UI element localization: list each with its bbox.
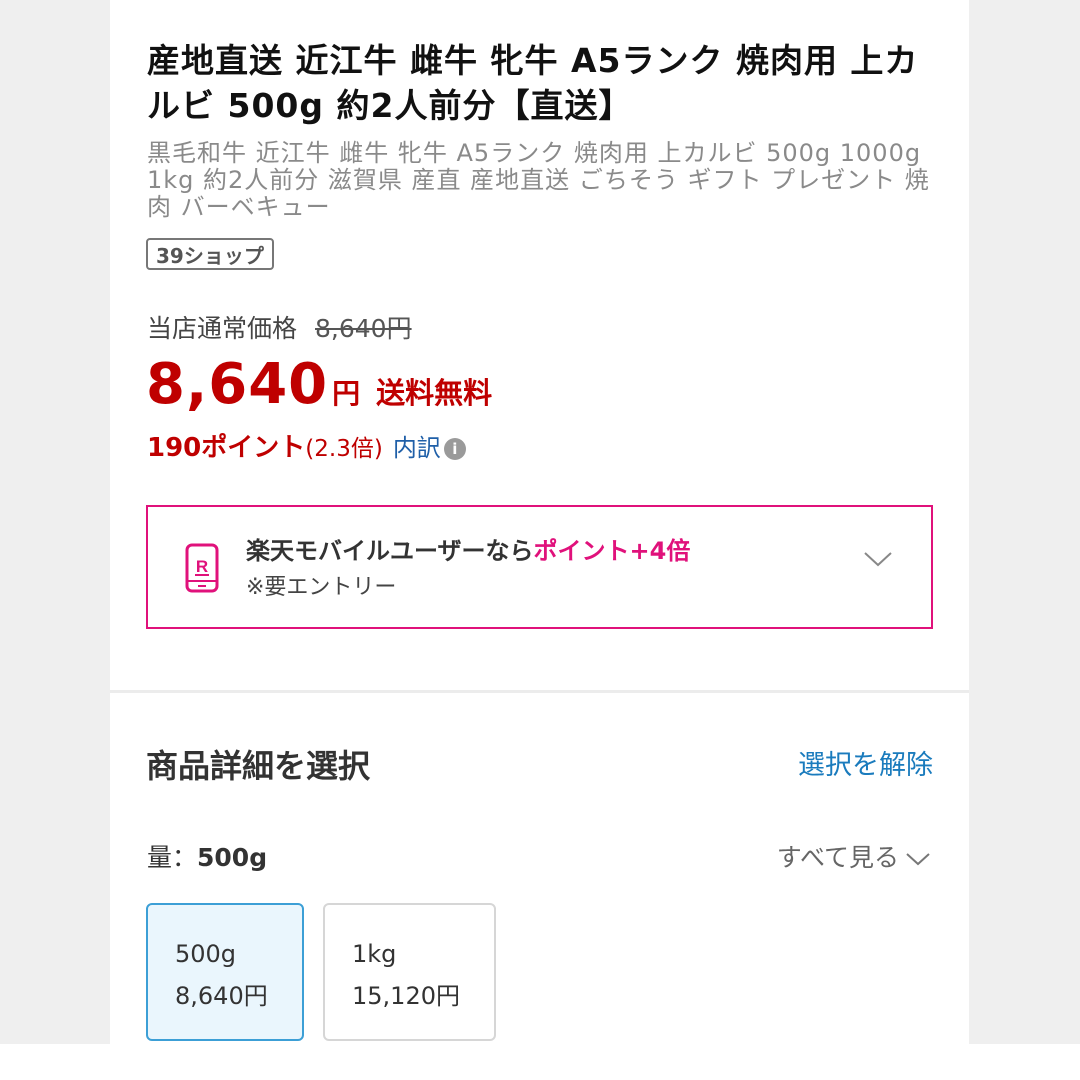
quantity-label: 量： xyxy=(147,843,198,872)
option-500g[interactable]: 500g 8,640円 xyxy=(146,903,304,1041)
product-panel: 産地直送 近江牛 雌牛 牝牛 A5ランク 焼肉用 上カルビ 500g 約2人前分… xyxy=(110,0,969,1044)
sale-price: 8,640 xyxy=(146,352,329,417)
product-title: 産地直送 近江牛 雌牛 牝牛 A5ランク 焼肉用 上カルビ 500g 約2人前分… xyxy=(147,41,919,125)
bottom-strip xyxy=(0,1044,1080,1080)
info-icon[interactable]: i xyxy=(443,438,466,460)
clear-selection-link[interactable]: 選択を解除 xyxy=(798,746,933,786)
option-1kg[interactable]: 1kg 15,120円 xyxy=(323,903,496,1041)
section-divider xyxy=(110,690,969,693)
option-name: 500g xyxy=(175,940,237,968)
rakuten-mobile-promo[interactable]: R 楽天モバイルユーザーならポイント+4倍 ※要エントリー xyxy=(146,505,933,629)
option-name: 1kg xyxy=(352,940,397,968)
regular-price-value: 8,640円 xyxy=(315,314,412,343)
detail-section-heading: 商品詳細を選択 xyxy=(146,747,371,785)
regular-price-label: 当店通常価格 xyxy=(147,314,298,343)
sale-price-row: 8,640 円送料無料 xyxy=(146,350,492,420)
mobile-promo-note: ※要エントリー xyxy=(246,575,397,600)
see-all-button[interactable]: すべて見る xyxy=(777,840,931,876)
sale-price-yen: 円 xyxy=(332,377,361,410)
quantity-value: 500g xyxy=(197,843,268,872)
points-multiplier: (2.3倍) xyxy=(305,436,383,462)
mobile-promo-text: 楽天モバイルユーザーならポイント+4倍 xyxy=(246,533,690,569)
svg-text:R: R xyxy=(196,557,208,576)
see-all-label: すべて見る xyxy=(776,843,899,872)
option-price: 15,120円 xyxy=(352,982,460,1010)
option-price: 8,640円 xyxy=(175,982,268,1010)
regular-price-row: 当店通常価格 8,640円 xyxy=(147,312,412,346)
chevron-down-icon xyxy=(906,853,930,866)
points-row: 190ポイント(2.3倍) 内訳 i xyxy=(147,428,466,469)
product-page-screen: 産地直送 近江牛 雌牛 牝牛 A5ランク 焼肉用 上カルビ 500g 約2人前分… xyxy=(0,0,1080,1080)
rakuten-mobile-phone-icon: R xyxy=(185,543,219,593)
shop-badge: 39ショップ xyxy=(146,238,274,270)
points-breakdown-link[interactable]: 内訳 xyxy=(393,434,441,462)
mobile-promo-label: 楽天モバイルユーザーなら xyxy=(246,537,534,565)
mobile-promo-highlight: ポイント+4倍 xyxy=(533,537,691,565)
points-value: 190ポイント xyxy=(147,433,306,463)
free-shipping-label: 送料無料 xyxy=(376,376,493,410)
quantity-label-row: 量：500g xyxy=(147,840,267,876)
product-subtitle: 黒毛和牛 近江牛 雌牛 牝牛 A5ランク 焼肉用 上カルビ 500g 1000g… xyxy=(147,139,930,221)
chevron-down-icon[interactable] xyxy=(862,549,894,569)
